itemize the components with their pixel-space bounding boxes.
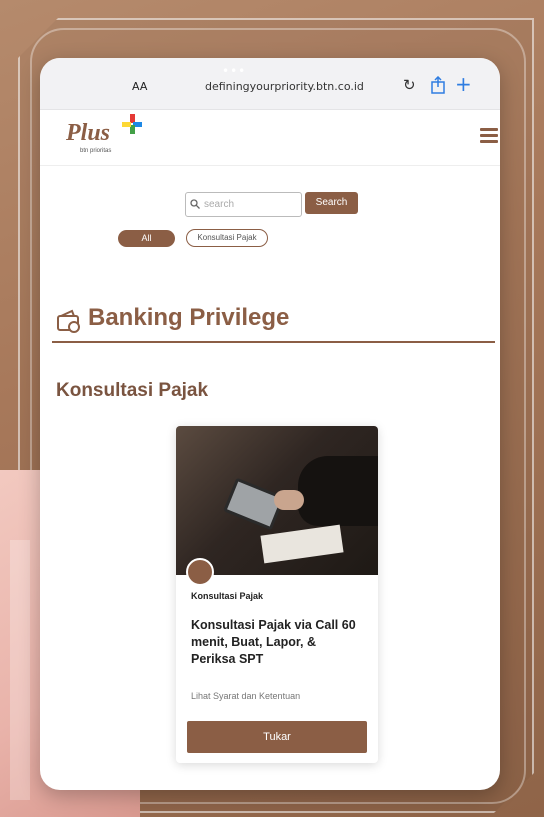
logo[interactable]: Plus [66,120,110,147]
menu-icon[interactable] [480,128,498,144]
search-input[interactable]: search [185,192,302,217]
logo-subtitle: btn prioritas [80,148,112,154]
category-title: Konsultasi Pajak [56,380,209,401]
section-divider [52,341,495,343]
terms-link[interactable]: Lihat Syarat dan Ketentuan [191,691,300,701]
share-icon[interactable] [430,76,446,94]
redeem-button[interactable]: Tukar [187,721,367,753]
reward-card[interactable]: Konsultasi Pajak Konsultasi Pajak via Ca… [176,426,378,763]
card-title: Konsultasi Pajak via Call 60 menit, Buat… [191,618,356,666]
search-icon [190,199,200,209]
logo-cross-icon [122,114,142,134]
section-title: Banking Privilege [88,304,290,331]
card-category: Konsultasi Pajak [191,591,264,601]
card-image [176,426,378,575]
tablet-handle-dots: ••• [222,64,247,78]
site-header: Plus btn prioritas [40,110,500,166]
reload-icon[interactable]: ↻ [403,76,416,94]
new-tab-icon[interactable]: + [455,72,472,96]
search-button[interactable]: Search [305,192,358,214]
filter-konsultasi-pajak-button[interactable]: Konsultasi Pajak [186,229,268,247]
tablet-device: AA definingyourpriority.btn.co.id ↻ + Pl… [40,58,500,790]
filter-all-button[interactable]: All [118,230,175,247]
browser-address-bar: AA definingyourpriority.btn.co.id ↻ + [40,58,500,110]
url-field[interactable]: definingyourpriority.btn.co.id [205,80,364,93]
wallet-icon [57,309,80,333]
card-wallet-icon [186,558,214,586]
text-size-button[interactable]: AA [132,80,147,93]
